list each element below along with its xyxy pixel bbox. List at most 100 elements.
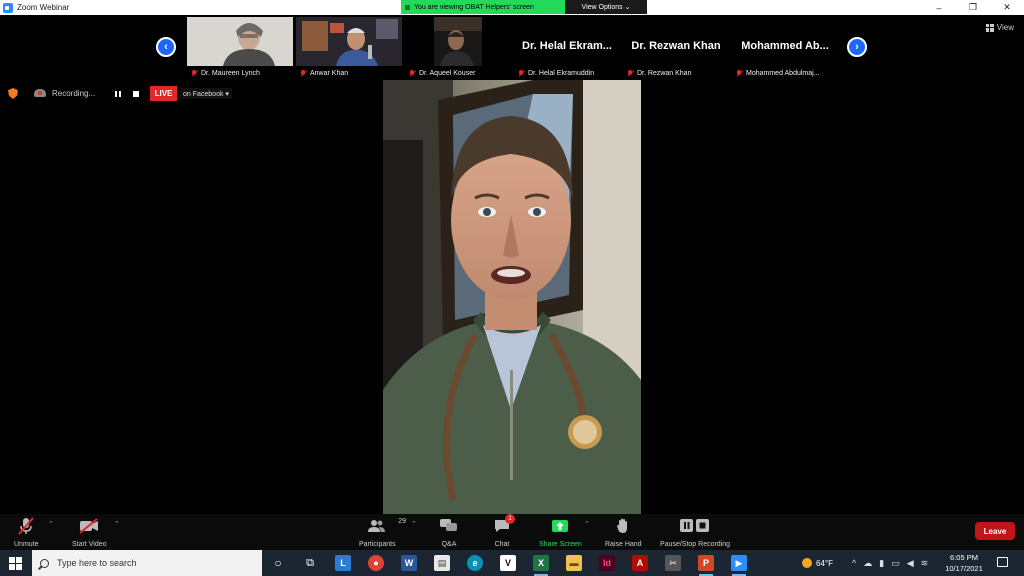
participant-label: Mohammed Abdulmaj... bbox=[736, 68, 820, 78]
leave-button[interactable]: Leave bbox=[975, 522, 1015, 540]
windows-taskbar: Type here to search ○ ⧉ L ● W ▤ e V X ▬ … bbox=[0, 550, 1024, 576]
live-stream-target-dropdown[interactable]: on Facebook ▾ bbox=[180, 88, 232, 99]
active-speaker-video bbox=[383, 80, 641, 514]
pause-stop-recording-button[interactable]: Pause/Stop Recording bbox=[660, 516, 730, 548]
battery-icon[interactable]: ▭ bbox=[891, 558, 900, 569]
notifications-icon[interactable] bbox=[997, 557, 1008, 567]
mic-muted-icon bbox=[191, 69, 197, 77]
wifi-icon[interactable]: ≋ bbox=[921, 558, 929, 569]
zoom-webinar-window: Zoom Webinar – ❐ ✕ You are viewing OBAT … bbox=[0, 0, 1024, 576]
pause-recording-icon[interactable] bbox=[115, 91, 121, 97]
recording-status-bar: Recording... LIVE on Facebook ▾ bbox=[0, 84, 260, 103]
minimize-button[interactable]: – bbox=[922, 0, 956, 15]
participant-count: 29 bbox=[398, 518, 407, 525]
search-placeholder: Type here to search bbox=[57, 558, 137, 568]
cortana-icon[interactable]: ○ bbox=[270, 555, 286, 571]
participant-label: Dr. Rezwan Khan bbox=[627, 68, 691, 78]
mic-muted-icon bbox=[300, 69, 306, 77]
participant-name: Dr. Rezwan Khan bbox=[637, 69, 692, 77]
qa-button[interactable]: Q&A bbox=[440, 516, 458, 548]
windows-logo-icon bbox=[8, 556, 15, 563]
view-options-button[interactable]: View Options ⌄ bbox=[565, 0, 647, 14]
excel-icon[interactable]: X bbox=[533, 555, 549, 576]
participant-video bbox=[434, 17, 482, 66]
chat-button[interactable]: 1 Chat bbox=[494, 514, 515, 548]
restore-button[interactable]: ❐ bbox=[956, 0, 990, 15]
participants-options-caret[interactable]: ⌃ bbox=[411, 520, 417, 528]
chevron-up-icon[interactable]: ^ bbox=[852, 558, 856, 568]
start-button[interactable] bbox=[0, 550, 30, 576]
security-shield-icon[interactable] bbox=[8, 88, 18, 99]
raise-hand-icon bbox=[616, 516, 630, 536]
sun-icon bbox=[802, 558, 812, 568]
participant-name: Anwar Khan bbox=[310, 69, 349, 77]
participant-name: Dr. Maureen Lynch bbox=[201, 69, 260, 77]
share-options-caret[interactable]: ⌃ bbox=[584, 520, 590, 528]
participant-tile[interactable]: Anwar Khan bbox=[296, 17, 402, 79]
app-l-icon[interactable]: L bbox=[335, 555, 351, 571]
chrome-icon[interactable]: ● bbox=[368, 555, 384, 571]
taskbar-clock[interactable]: 6:05 PM 10/17/2021 bbox=[940, 552, 988, 574]
participant-label: Dr. Maureen Lynch bbox=[191, 68, 260, 78]
word-icon[interactable]: W bbox=[401, 555, 417, 571]
participant-video bbox=[187, 17, 293, 66]
participant-name: Dr. Helal Ekramuddin bbox=[528, 69, 595, 77]
zoom-icon[interactable]: ▶ bbox=[731, 555, 747, 576]
participants-button[interactable]: 29 Participants bbox=[359, 516, 406, 548]
volume-icon[interactable]: ◀ bbox=[907, 558, 914, 569]
pause-stop-label: Pause/Stop Recording bbox=[660, 541, 731, 548]
participant-tile[interactable]: Dr. Aqueel Kouser bbox=[405, 17, 511, 79]
qa-label: Q&A bbox=[441, 541, 457, 548]
clock-date: 10/17/2021 bbox=[945, 564, 983, 573]
screen-share-banner: You are viewing OBAT Helpers' screen Vie… bbox=[401, 0, 647, 14]
view-button-label: View bbox=[996, 23, 1014, 32]
chevron-right-icon: › bbox=[855, 41, 859, 53]
view-button[interactable]: View bbox=[985, 23, 1014, 32]
taskbar-search[interactable]: Type here to search bbox=[32, 550, 262, 576]
share-screen-icon bbox=[552, 516, 569, 536]
close-button[interactable]: ✕ bbox=[990, 0, 1024, 15]
snip-icon[interactable]: ✂ bbox=[665, 555, 681, 571]
weather-temp: 64°F bbox=[816, 558, 833, 568]
qa-icon bbox=[440, 516, 458, 536]
chat-badge: 1 bbox=[505, 514, 515, 524]
acrobat-icon[interactable]: A bbox=[632, 555, 648, 571]
cloud-icon[interactable]: ☁ bbox=[863, 558, 872, 569]
mic-muted-icon bbox=[736, 69, 742, 77]
stop-recording-icon[interactable] bbox=[133, 91, 139, 97]
share-screen-button[interactable]: Share Screen bbox=[539, 516, 582, 548]
explorer-icon[interactable]: ▬ bbox=[566, 555, 582, 571]
raise-hand-button[interactable]: Raise Hand bbox=[605, 516, 642, 548]
task-view-icon[interactable]: ⧉ bbox=[302, 555, 318, 571]
weather-widget[interactable]: 64°F bbox=[802, 550, 833, 576]
prev-page-button[interactable]: ‹ bbox=[156, 37, 176, 57]
powerpoint-icon[interactable]: P bbox=[698, 555, 714, 576]
window-controls: – ❐ ✕ bbox=[922, 0, 1024, 15]
participant-tile[interactable]: Mohammed Ab... Mohammed Abdulmaj... bbox=[732, 17, 838, 79]
edge-icon[interactable]: e bbox=[467, 555, 483, 571]
participants-label: Participants bbox=[359, 541, 396, 548]
participant-tile[interactable]: Dr. Helal Ekram... Dr. Helal Ekramuddin bbox=[514, 17, 620, 79]
viewing-text: You are viewing OBAT Helpers' screen bbox=[414, 3, 534, 11]
next-page-button[interactable]: › bbox=[847, 37, 867, 57]
video-options-caret[interactable]: ⌃ bbox=[114, 520, 120, 528]
share-status-icon bbox=[405, 4, 410, 10]
participant-tile[interactable]: Dr. Rezwan Khan Dr. Rezwan Khan bbox=[623, 17, 729, 79]
mic-muted-icon bbox=[18, 516, 35, 536]
file-icon[interactable]: ▤ bbox=[434, 555, 450, 571]
vnote-icon[interactable]: V bbox=[500, 555, 516, 571]
raise-hand-label: Raise Hand bbox=[605, 541, 642, 548]
start-video-button[interactable]: Start Video bbox=[72, 516, 107, 548]
audio-options-caret[interactable]: ⌃ bbox=[48, 520, 54, 528]
unmute-button[interactable]: Unmute bbox=[14, 516, 39, 548]
participant-display-name: Dr. Helal Ekram... bbox=[522, 40, 612, 52]
zoom-app-icon bbox=[3, 2, 13, 13]
search-icon bbox=[40, 558, 49, 568]
chat-label: Chat bbox=[494, 541, 510, 548]
start-video-label: Start Video bbox=[72, 541, 107, 548]
mic-muted-icon bbox=[409, 69, 415, 77]
participant-tile[interactable]: Dr. Maureen Lynch bbox=[187, 17, 293, 79]
participant-label: Anwar Khan bbox=[300, 68, 348, 78]
indesign-icon[interactable]: Id bbox=[599, 555, 615, 571]
mic-icon[interactable]: ▮ bbox=[879, 558, 884, 569]
